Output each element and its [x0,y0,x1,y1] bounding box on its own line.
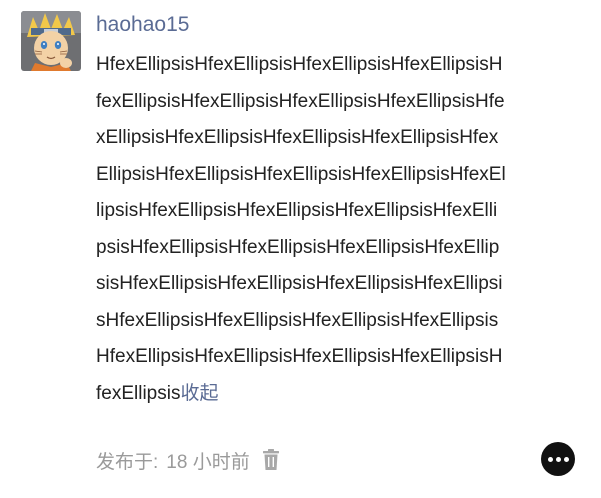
publish-time: 18 小时前 [166,451,250,473]
content-line: EllipsisHfexEllipsisHfexEllipsisHfexElli… [96,163,506,185]
comment-content: HfexEllipsisHfexEllipsisHfexEllipsisHfex… [96,47,576,412]
content-line: psisHfexEllipsisHfexEllipsisHfexEllipsis… [96,236,500,258]
trash-icon[interactable] [262,449,280,471]
content-line: HfexEllipsisHfexEllipsisHfexEllipsisHfex… [96,346,503,367]
collapse-button[interactable]: 收起 [180,383,218,404]
publish-label: 发布于: [96,451,159,473]
content-line: xEllipsisHfexEllipsisHfexEllipsisHfexEll… [96,127,499,148]
avatar[interactable] [21,11,81,71]
content-line: lipsisHfexEllipsisHfexEllipsisHfexEllips… [96,200,498,221]
content-line-text: fexEllipsis [96,382,181,404]
more-options-button[interactable] [541,442,575,476]
content-line-last: fexEllipsis收起 [96,376,576,413]
more-dots-icon [546,456,570,462]
content-line: HfexEllipsisHfexEllipsisHfexEllipsisHfex… [96,54,503,75]
content-line: fexEllipsisHfexEllipsisHfexEllipsisHfexE… [96,90,505,112]
content-line: sHfexEllipsisHfexEllipsisHfexEllipsisHfe… [96,309,499,331]
post-item: haohao15 HfexEllipsisHfexEllipsisHfexEll… [0,0,601,498]
post-meta: 发布于: 18 小时前 [96,446,280,474]
avatar-image [21,11,81,71]
content-line: sisHfexEllipsisHfexEllipsisHfexEllipsisH… [96,273,503,294]
username-link[interactable]: haohao15 [96,10,189,40]
